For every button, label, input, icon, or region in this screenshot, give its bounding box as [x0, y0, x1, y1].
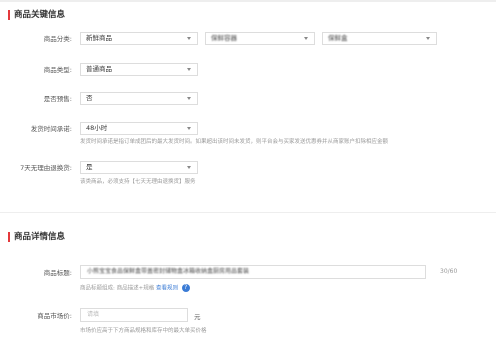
- product-title-hint: 商品标题组成: 商品描述+规格: [80, 285, 155, 292]
- ship-time-value: 48小时: [86, 124, 108, 132]
- ship-time-label: 发货时间承诺:: [30, 125, 72, 133]
- market-price-unit: 元: [194, 313, 201, 321]
- title-char-counter: 30/60: [440, 268, 458, 275]
- category-label: 商品分类:: [43, 35, 72, 43]
- chevron-down-icon: [187, 68, 191, 71]
- presale-label: 是否预售:: [43, 95, 72, 103]
- top-border: [0, 0, 496, 2]
- chevron-down-icon: [304, 37, 308, 40]
- presale-select[interactable]: 否: [80, 92, 198, 105]
- category-level1-select[interactable]: 新鲜商品: [80, 32, 198, 45]
- chevron-down-icon: [187, 37, 191, 40]
- return-policy-select[interactable]: 是: [80, 161, 198, 174]
- presale-value: 否: [86, 94, 93, 102]
- product-title-value: 小熊宝宝食品保鲜盒带盖密封储物盒冰箱收纳盒厨房用品套装: [87, 268, 250, 275]
- category-level3-select[interactable]: 保鲜盒: [322, 32, 437, 45]
- chevron-down-icon: [187, 166, 191, 169]
- category-level2-select[interactable]: 保鲜容器: [205, 32, 315, 45]
- market-price-placeholder: 请填: [87, 311, 100, 318]
- product-type-value: 普通商品: [86, 65, 112, 73]
- help-icon[interactable]: ?: [181, 284, 190, 292]
- product-title-label: 商品标题:: [43, 269, 72, 277]
- chevron-down-icon: [187, 127, 191, 130]
- product-type-select[interactable]: 普通商品: [80, 63, 198, 76]
- return-policy-value: 是: [86, 163, 93, 171]
- view-rules-link[interactable]: 查看规则: [156, 286, 178, 292]
- return-policy-label: 7天无理由退换货:: [20, 164, 72, 172]
- ship-time-select[interactable]: 48小时: [80, 122, 198, 135]
- product-title-hint-row: 商品标题组成: 商品描述+规格 查看规则 ?: [80, 284, 190, 293]
- ship-time-hint: 发货时间承诺是指订单成团后的最大发货时间。如果超出该时间未发货，则平台会与买家发…: [80, 139, 389, 145]
- category-level3-value: 保鲜盒: [328, 34, 348, 42]
- category-level2-value: 保鲜容器: [211, 34, 237, 42]
- chevron-down-icon: [187, 97, 191, 100]
- product-type-label: 商品类型:: [43, 66, 72, 74]
- section-divider: [0, 212, 496, 213]
- section-title-key-info: 商品关键信息: [8, 10, 65, 20]
- market-price-label: 商品市场价:: [37, 312, 72, 320]
- category-level1-value: 新鲜商品: [86, 34, 112, 42]
- product-title-input[interactable]: 小熊宝宝食品保鲜盒带盖密封储物盒冰箱收纳盒厨房用品套装: [80, 265, 426, 279]
- chevron-down-icon: [426, 37, 430, 40]
- return-policy-hint: 该类商品，必须支持【七天无理由退换货】服务: [80, 179, 196, 185]
- market-price-hint: 市场价应高于下方商品规格和库存中的最大单买价格: [80, 328, 207, 334]
- section-title-detail-info: 商品详情信息: [8, 232, 65, 242]
- market-price-input[interactable]: 请填: [80, 308, 188, 322]
